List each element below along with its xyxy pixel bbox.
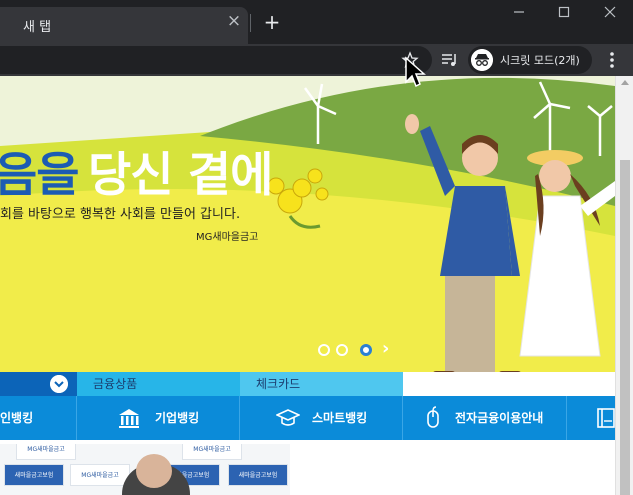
logo-tile: 새마을금고보험 bbox=[4, 464, 64, 486]
tab-title: 새 탭 bbox=[23, 20, 52, 35]
nav-label: 스마트뱅킹 bbox=[312, 411, 368, 425]
slide-dot-3[interactable] bbox=[360, 344, 372, 356]
news-photo-section: 새마을금고보험 MG새마을금고 MG새마을금고 새마을금고보험 MG새마을금고 … bbox=[0, 444, 615, 495]
logo-tile: 새마을금고보험 bbox=[228, 464, 288, 486]
incognito-label: 시크릿 모드(2개) bbox=[500, 54, 580, 67]
nav-label: 기업뱅킹 bbox=[155, 411, 200, 425]
page-scrollbar[interactable] bbox=[615, 76, 633, 495]
nav-business-banking[interactable]: 기업뱅킹 bbox=[77, 396, 240, 440]
tab-separator bbox=[250, 14, 251, 32]
mouse-cursor-icon bbox=[405, 56, 426, 88]
tab-close-icon[interactable]: × bbox=[226, 13, 242, 30]
subnav-financial-products[interactable]: 금융상품 bbox=[77, 372, 240, 396]
banner-title-part1: 음을 bbox=[0, 148, 79, 203]
incognito-icon bbox=[471, 49, 493, 71]
browser-titlebar: 새 탭 × + bbox=[0, 0, 633, 44]
hero-banner[interactable]: 음을 당신 곁에 회를 바탕으로 행복한 사회를 만들어 갑니다. MG새마을금… bbox=[0, 76, 615, 372]
slide-dot-2[interactable] bbox=[336, 344, 348, 356]
banner-brand: MG새마을금고 bbox=[196, 232, 259, 243]
scroll-up-icon[interactable] bbox=[621, 80, 629, 85]
bank-building-icon bbox=[119, 409, 139, 428]
chevron-down-icon[interactable] bbox=[50, 375, 68, 393]
mouse-icon bbox=[427, 406, 439, 428]
page-content: 음을 당신 곁에 회를 바탕으로 행복한 사회를 만들어 갑니다. MG새마을금… bbox=[0, 76, 615, 495]
graduation-cap-icon bbox=[276, 409, 300, 426]
photo-backdrop: 새마을금고보험 MG새마을금고 MG새마을금고 새마을금고보험 MG새마을금고 … bbox=[0, 444, 290, 495]
close-window-icon[interactable] bbox=[599, 4, 621, 20]
browser-toolbar: 시크릿 모드(2개) bbox=[0, 44, 633, 76]
logo-tile: MG새마을금고 bbox=[16, 444, 76, 460]
banner-title-part2: 당신 곁에 bbox=[88, 148, 273, 203]
nav-label: 인뱅킹 bbox=[0, 411, 34, 425]
banner-subtitle: 회를 바탕으로 행복한 사회를 만들어 갑니다. bbox=[0, 207, 241, 222]
maximize-icon[interactable] bbox=[553, 4, 575, 20]
next-slide-icon[interactable]: › bbox=[382, 340, 396, 358]
product-subnav: 금융상품 체크카드 bbox=[0, 372, 615, 396]
subnav-toggle[interactable] bbox=[0, 372, 77, 396]
nav-e-finance-guide[interactable]: 전자금융이용안내 bbox=[403, 396, 567, 440]
more-menu-icon[interactable] bbox=[604, 50, 620, 70]
main-nav: 인뱅킹 기업뱅킹 스마트뱅킹 전자금융이용안내 bbox=[0, 396, 615, 440]
logo-tile: MG새마을금고 bbox=[70, 464, 130, 486]
new-tab-button[interactable]: + bbox=[262, 12, 282, 32]
logo-tile: MG새마을금고 bbox=[182, 444, 242, 460]
nav-label: 전자금융이용안내 bbox=[455, 411, 544, 425]
nav-personal-banking[interactable]: 인뱅킹 bbox=[0, 396, 77, 440]
scroll-thumb[interactable] bbox=[620, 160, 630, 495]
minimize-icon[interactable] bbox=[508, 4, 530, 20]
banner-illustration bbox=[0, 76, 615, 372]
person-face bbox=[136, 454, 172, 488]
subnav-empty bbox=[403, 372, 615, 396]
browser-tab[interactable]: 새 탭 × bbox=[0, 7, 248, 44]
subnav-check-card[interactable]: 체크카드 bbox=[240, 372, 403, 396]
reading-list-icon[interactable] bbox=[440, 50, 460, 70]
nav-smart-banking[interactable]: 스마트뱅킹 bbox=[240, 396, 403, 440]
book-icon bbox=[597, 408, 615, 428]
address-bar[interactable] bbox=[0, 46, 432, 74]
incognito-profile-button[interactable]: 시크릿 모드(2개) bbox=[468, 46, 592, 74]
nav-book[interactable] bbox=[567, 396, 615, 440]
slide-dot-1[interactable] bbox=[318, 344, 330, 356]
